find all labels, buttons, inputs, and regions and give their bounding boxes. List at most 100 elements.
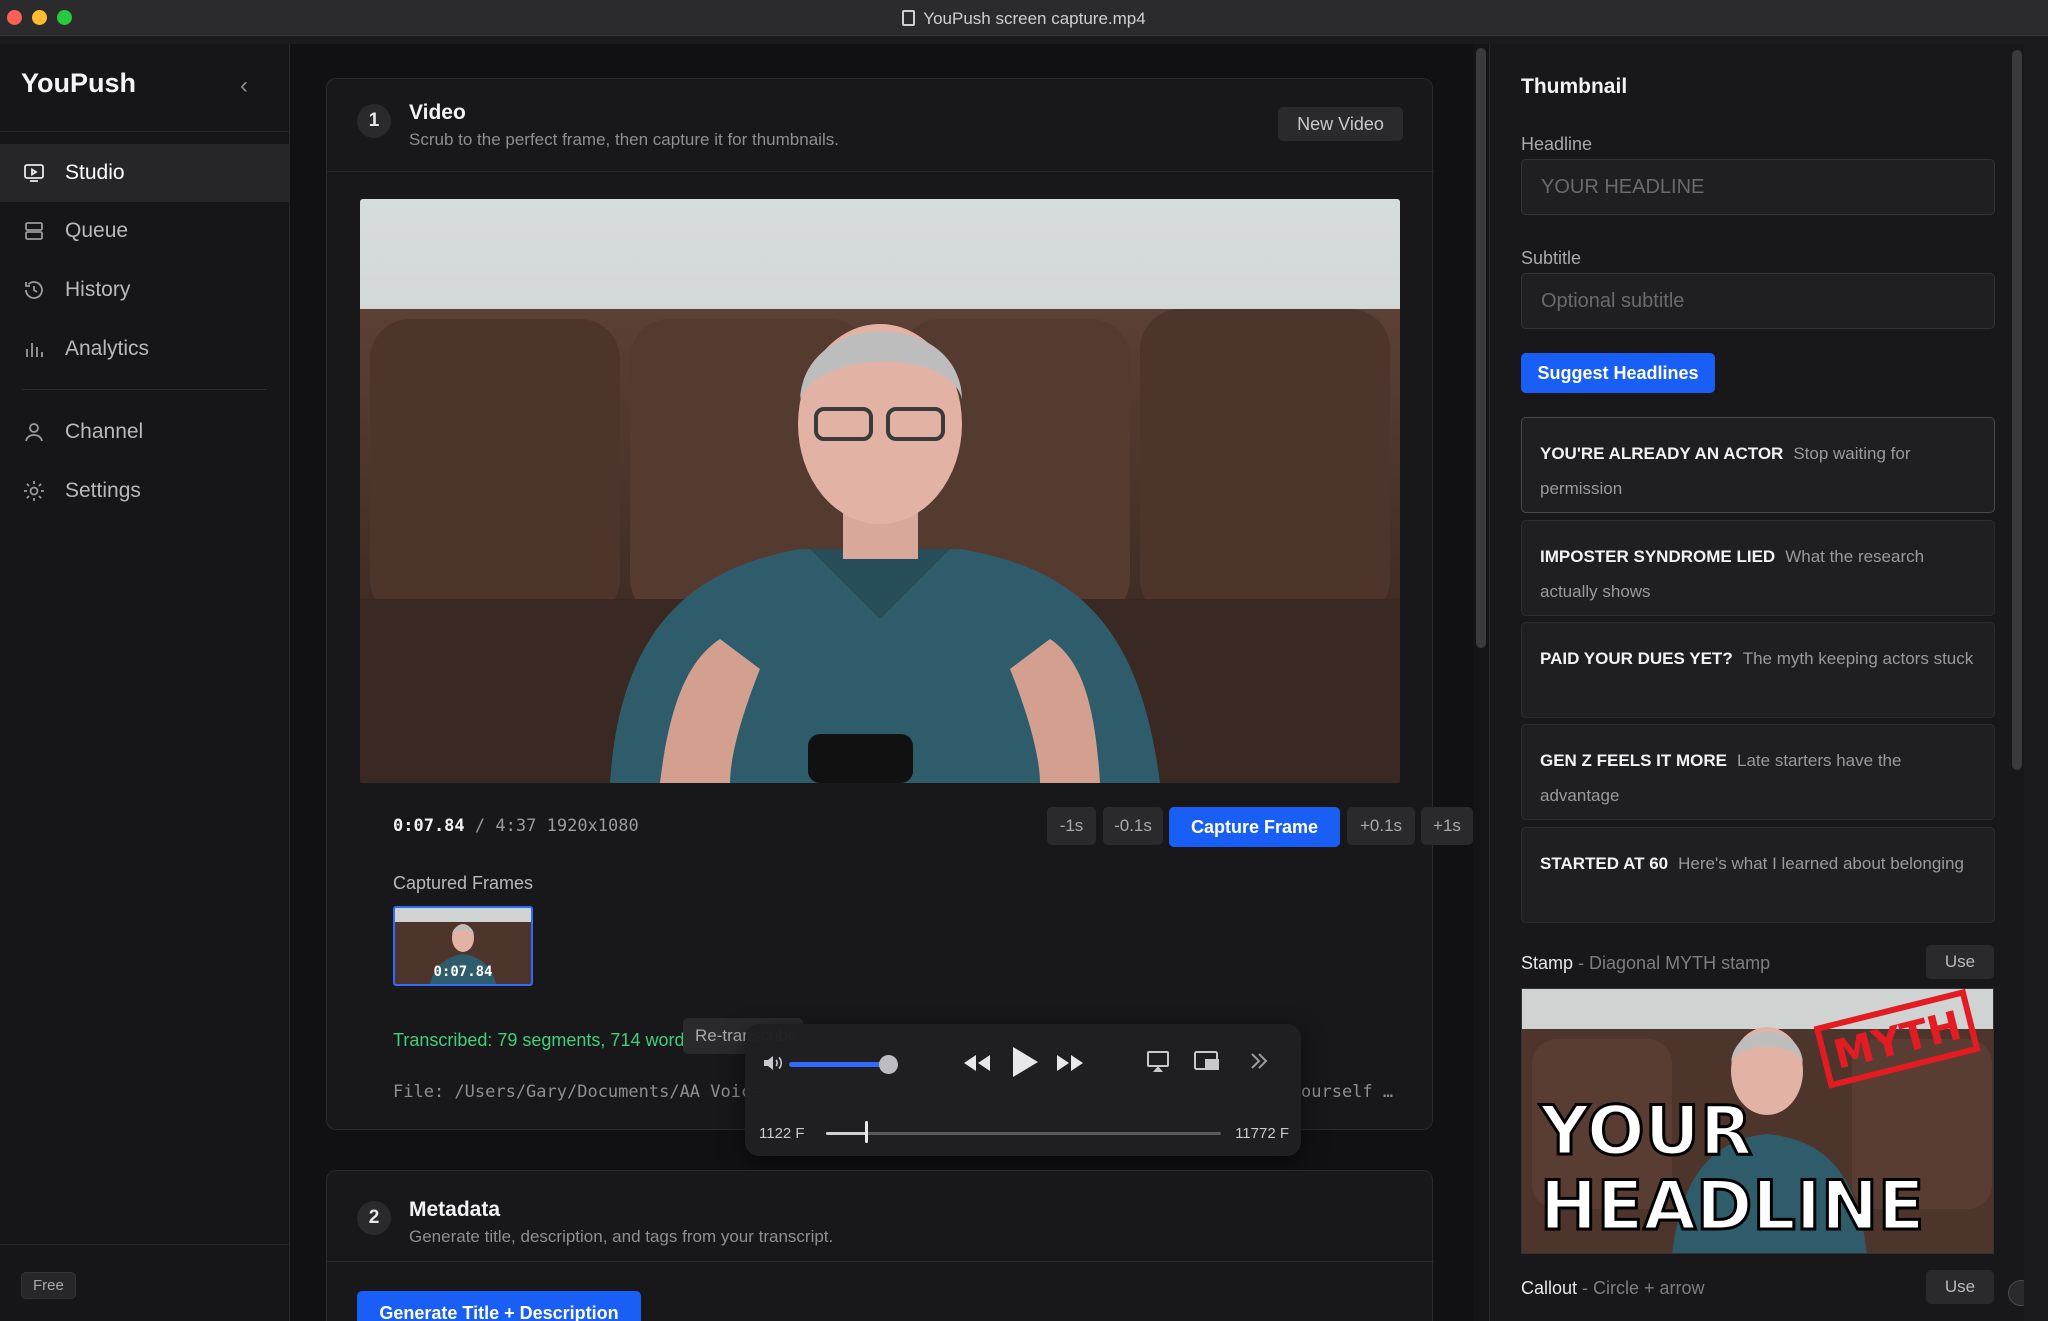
use-stamp-button[interactable]: Use (1926, 945, 1994, 979)
headline-suggestion[interactable]: GEN Z FEELS IT MORE Late starters have th… (1521, 724, 1995, 820)
stack-icon (22, 219, 46, 243)
metadata-card: 2 Metadata Generate title, description, … (326, 1170, 1434, 1321)
use-callout-button[interactable]: Use (1926, 1270, 1994, 1304)
sidebar-item-label: Queue (65, 219, 129, 242)
rewind-icon[interactable] (960, 1046, 994, 1085)
time-separator: / (474, 816, 486, 836)
main-scrollbar[interactable] (1473, 44, 1489, 1321)
floating-player-controls: 1122 F 11772 F (745, 1024, 1301, 1156)
sidebar-item-settings[interactable]: Settings (0, 462, 290, 520)
sidebar-item-channel[interactable]: Channel (0, 403, 290, 461)
panel-title: Thumbnail (1521, 75, 1628, 98)
captured-frame-thumbnail[interactable]: 0:07.84 (393, 906, 533, 986)
step-forward-1s-button[interactable]: +1s (1421, 807, 1473, 845)
suggest-headlines-button[interactable]: Suggest Headlines (1521, 353, 1715, 393)
captured-frame-time: 0:07.84 (433, 964, 493, 980)
volume-slider-track[interactable] (789, 1062, 889, 1067)
transcription-status: Transcribed: 79 segments, 714 words (393, 1030, 694, 1050)
sidebar-item-analytics[interactable]: Analytics (0, 320, 290, 378)
more-controls-chevron-icon[interactable] (1247, 1049, 1271, 1078)
document-icon (902, 10, 916, 26)
stamp-preview-headline-line-1: YOUR (1539, 1092, 1752, 1171)
collapse-sidebar-chevron-icon[interactable]: ‹ (240, 72, 248, 100)
thumbnail-panel: Thumbnail Headline Subtitle Suggest Head… (1489, 44, 2024, 1321)
app-window: YouPush ‹ Studio Queue History Analytics… (0, 44, 2024, 1321)
generate-title-description-button[interactable]: Generate Title + Description (357, 1291, 641, 1321)
airplay-icon[interactable] (1145, 1049, 1171, 1080)
headline-suggestion[interactable]: IMPOSTER SYNDROME LIED What the research … (1521, 520, 1995, 616)
panel-scrollbar[interactable] (2009, 44, 2024, 1321)
card-subtitle: Scrub to the perfect frame, then capture… (409, 130, 839, 149)
headline-suggestion[interactable]: STARTED AT 60 Here's what I learned about… (1521, 827, 1995, 923)
main-content: 1 Video Scrub to the perfect frame, then… (290, 44, 1473, 1321)
picture-in-picture-icon[interactable] (1193, 1049, 1221, 1080)
gear-icon (22, 479, 46, 503)
card-subtitle: Generate title, description, and tags fr… (409, 1227, 834, 1246)
sidebar-divider (0, 1244, 290, 1245)
card-title: Video (409, 101, 466, 124)
panel-scrollbar-thumb[interactable] (2012, 50, 2022, 770)
duration: 4:37 (495, 816, 537, 836)
sidebar-item-queue[interactable]: Queue (0, 202, 290, 260)
suggestion-headline: STARTED AT 60 (1540, 854, 1669, 873)
video-frame-image (360, 199, 1400, 783)
frame-end-label: 11772 F (1235, 1125, 1289, 1142)
video-player[interactable] (360, 199, 1400, 783)
headline-suggestion[interactable]: PAID YOUR DUES YET? The myth keeping acto… (1521, 622, 1995, 718)
sidebar-item-label: Analytics (65, 337, 150, 360)
step-badge: 1 (357, 104, 391, 138)
user-icon (22, 420, 46, 444)
bar-chart-icon (22, 337, 46, 361)
stamp-thumbnail-preview[interactable]: MYTH YOUR HEADLINE (1521, 988, 1994, 1254)
suggestion-headline: YOU'RE ALREADY AN ACTOR (1540, 444, 1784, 463)
stamp-preview-image: MYTH YOUR HEADLINE (1522, 989, 1993, 1253)
fast-forward-icon[interactable] (1053, 1046, 1087, 1085)
subtitle-label: Subtitle (1521, 248, 1582, 268)
card-divider (327, 1261, 1434, 1262)
timecode-readout: 0:07.84 / 4:37 1920x1080 (393, 816, 639, 836)
sidebar-item-label: History (65, 278, 131, 301)
sidebar-item-studio[interactable]: Studio (0, 144, 290, 202)
step-badge: 2 (357, 1201, 391, 1235)
headline-label: Headline (1521, 134, 1593, 154)
sidebar-item-label: Settings (65, 479, 141, 502)
stamp-template-label: Stamp - Diagonal MYTH stamp (1521, 953, 1771, 973)
new-video-button[interactable]: New Video (1278, 107, 1403, 141)
scrubber-track[interactable] (826, 1132, 1221, 1135)
captured-frames-label: Captured Frames (393, 873, 534, 893)
step-forward-01s-button[interactable]: +0.1s (1347, 807, 1415, 845)
file-path-end: ourself … (1301, 1082, 1394, 1102)
headline-input[interactable] (1521, 159, 1995, 215)
volume-slider-knob[interactable] (879, 1055, 898, 1074)
monitor-play-icon (22, 161, 46, 185)
suggestion-headline: PAID YOUR DUES YET? (1540, 649, 1733, 668)
card-title: Metadata (409, 1198, 501, 1221)
subtitle-input[interactable] (1521, 273, 1995, 329)
sidebar: YouPush ‹ Studio Queue History Analytics… (0, 44, 290, 1321)
scrubber-progress (826, 1132, 866, 1135)
plan-badge: Free (21, 1272, 76, 1299)
step-back-1s-button[interactable]: -1s (1047, 807, 1096, 845)
file-path: File: /Users/Gary/Documents/AA Voice ( (393, 1082, 763, 1102)
sidebar-divider (22, 389, 267, 390)
frame-start-label: 1122 F (759, 1125, 805, 1142)
current-time: 0:07.84 (393, 816, 465, 836)
play-icon[interactable] (1003, 1042, 1043, 1087)
clock-history-icon (22, 278, 46, 302)
capture-frame-button[interactable]: Capture Frame (1169, 807, 1340, 847)
sidebar-item-label: Channel (65, 420, 144, 443)
suggestion-subtitle: Here's what I learned about belonging (1678, 854, 1964, 873)
headline-suggestion[interactable]: YOU'RE ALREADY AN ACTOR Stop waiting for … (1521, 417, 1995, 513)
scrubber-playhead[interactable] (864, 1121, 868, 1143)
card-divider (327, 171, 1434, 172)
window-title-bar: YouPush screen capture.mp4 (0, 0, 2048, 36)
sidebar-item-label: Studio (65, 161, 125, 184)
sidebar-item-history[interactable]: History (0, 261, 290, 319)
sidebar-divider (0, 131, 290, 132)
step-back-01s-button[interactable]: -0.1s (1103, 807, 1163, 845)
resolution: 1920x1080 (546, 816, 639, 836)
volume-icon[interactable] (761, 1051, 785, 1080)
main-scrollbar-thumb[interactable] (1476, 48, 1486, 648)
suggestion-headline: GEN Z FEELS IT MORE (1540, 751, 1728, 770)
callout-template-label: Callout - Circle + arrow (1521, 1278, 1705, 1298)
